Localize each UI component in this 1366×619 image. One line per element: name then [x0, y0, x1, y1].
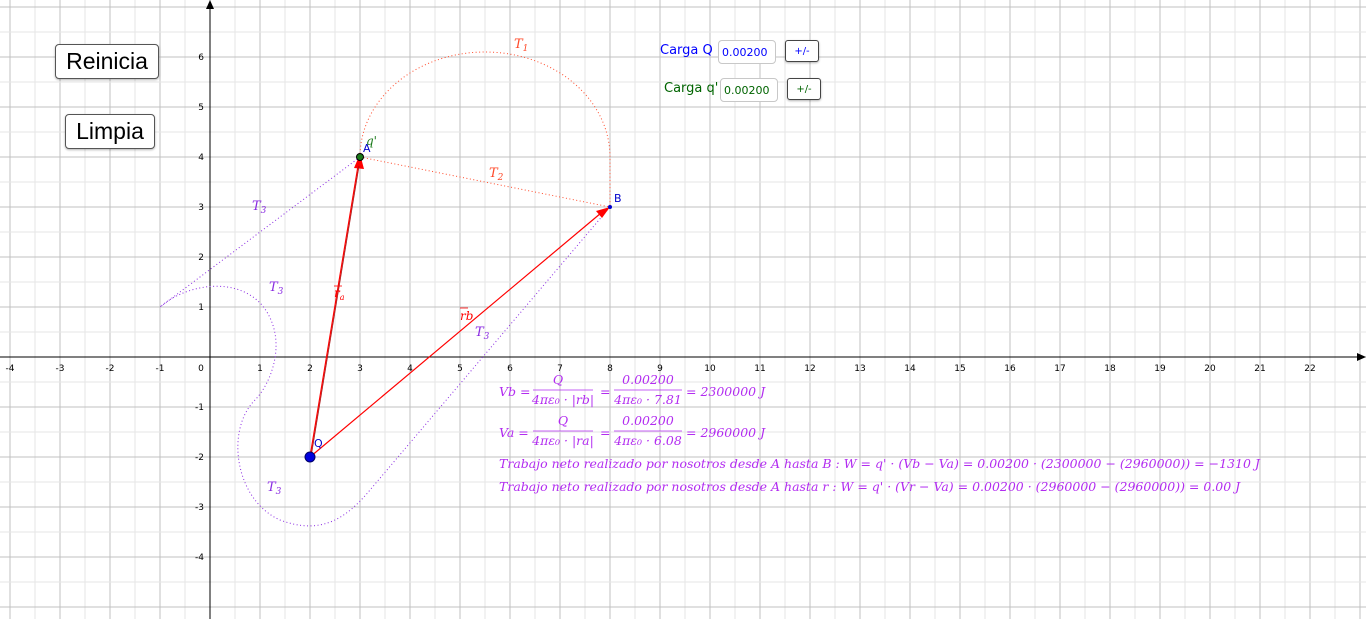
y-tick-label: 5	[198, 103, 204, 113]
label-t1: T1	[514, 37, 528, 54]
label-t3-middle: T3	[269, 280, 284, 297]
x-tick-label: 19	[1154, 364, 1166, 374]
x-tick-label: 0	[198, 364, 204, 374]
svg-text:=: =	[600, 425, 610, 440]
x-tick-label: 18	[1104, 364, 1116, 374]
label-t3-lower: T3	[267, 480, 282, 497]
svg-text:= 2300000 J: = 2300000 J	[686, 384, 766, 399]
formula-work-a-to-r: Trabajo neto realizado por nosotros desd…	[499, 479, 1241, 494]
x-tick-label: 22	[1304, 364, 1315, 374]
reinicia-button[interactable]: Reinicia	[55, 44, 159, 79]
y-tick-label: -4	[195, 553, 204, 563]
x-tick-label: 10	[704, 364, 716, 374]
x-tick-label: 13	[854, 364, 865, 374]
label-t3-right: T3	[475, 325, 490, 342]
svg-text:Vb =: Vb =	[499, 384, 530, 399]
label-vector-ra: ra	[334, 286, 345, 302]
y-tick-label: 3	[198, 203, 204, 213]
formula-work-a-to-b: Trabajo neto realizado por nosotros desd…	[499, 456, 1261, 471]
x-tick-label: 20	[1204, 364, 1216, 374]
charge-qprime-sign-toggle-button[interactable]: +/-	[787, 78, 821, 100]
vector-rb-arrowhead	[596, 207, 610, 218]
svg-text:Q: Q	[553, 372, 563, 387]
svg-text:Va =: Va =	[499, 425, 529, 440]
x-tick-label: 21	[1254, 364, 1265, 374]
x-tick-label: 17	[1054, 364, 1065, 374]
x-tick-label: -3	[56, 364, 65, 374]
x-tick-label: 6	[507, 364, 513, 374]
x-tick-label: 8	[607, 364, 613, 374]
label-vector-rb: rb	[460, 309, 473, 323]
charge-q-sign-toggle-button[interactable]: +/-	[785, 40, 819, 62]
x-tick-label: -4	[6, 364, 15, 374]
formula-va: Va = Q 4πε₀ · |ra| = 0.00200 4πε₀ · 6.08…	[499, 413, 766, 448]
x-tick-label: 2	[307, 364, 313, 374]
label-t2: T2	[489, 166, 504, 183]
charge-q-label: Carga Q	[660, 43, 713, 58]
svg-text:0.00200: 0.00200	[622, 372, 674, 387]
charge-qprime-label: Carga q'	[664, 81, 719, 96]
svg-text:4πε₀ · |rb|: 4πε₀ · |rb|	[531, 392, 594, 407]
label-point-b: B	[614, 192, 622, 205]
y-tick-label: 4	[198, 153, 204, 163]
svg-text:Q: Q	[558, 413, 568, 428]
y-tick-label: -3	[195, 503, 204, 513]
svg-text:4πε₀ · 7.81: 4πε₀ · 7.81	[613, 392, 682, 407]
charge-qprime-input[interactable]	[720, 78, 778, 102]
y-tick-label: 1	[198, 303, 204, 313]
y-tick-label: 2	[198, 253, 204, 263]
formula-vb: Vb = Q 4πε₀ · |rb| = 0.00200 4πε₀ · 7.81…	[499, 372, 766, 407]
y-tick-label: 6	[198, 53, 204, 63]
label-point-q: Q	[314, 437, 323, 450]
charge-q-input[interactable]	[718, 40, 776, 64]
x-tick-label: 12	[804, 364, 815, 374]
svg-text:4πε₀ · 6.08: 4πε₀ · 6.08	[613, 433, 682, 448]
vector-ra	[309, 165, 359, 458]
x-tick-label: 3	[357, 364, 363, 374]
x-tick-label: -1	[156, 364, 165, 374]
svg-text:0.00200: 0.00200	[622, 413, 674, 428]
x-tick-label: -2	[106, 364, 115, 374]
y-axis-tick-labels: 1 2 3 4 5 6 -1 -2 -3 -4	[195, 53, 204, 563]
x-tick-label: 14	[904, 364, 916, 374]
x-tick-label: 11	[754, 364, 765, 374]
svg-text:= 2960000 J: = 2960000 J	[686, 425, 766, 440]
svg-text:=: =	[600, 384, 610, 399]
x-tick-label: 15	[954, 364, 965, 374]
x-tick-label: 16	[1004, 364, 1016, 374]
label-qprime: q'	[366, 134, 377, 148]
point-b[interactable]	[608, 205, 612, 209]
x-tick-label: 1	[257, 364, 263, 374]
limpia-button[interactable]: Limpia	[65, 114, 155, 149]
y-tick-label: -2	[195, 453, 204, 463]
y-tick-label: -1	[195, 403, 204, 413]
point-q[interactable]	[304, 451, 316, 463]
label-t3-upper: T3	[252, 199, 267, 216]
x-tick-label: 5	[457, 364, 463, 374]
svg-text:4πε₀ · |ra|: 4πε₀ · |ra|	[531, 433, 594, 448]
